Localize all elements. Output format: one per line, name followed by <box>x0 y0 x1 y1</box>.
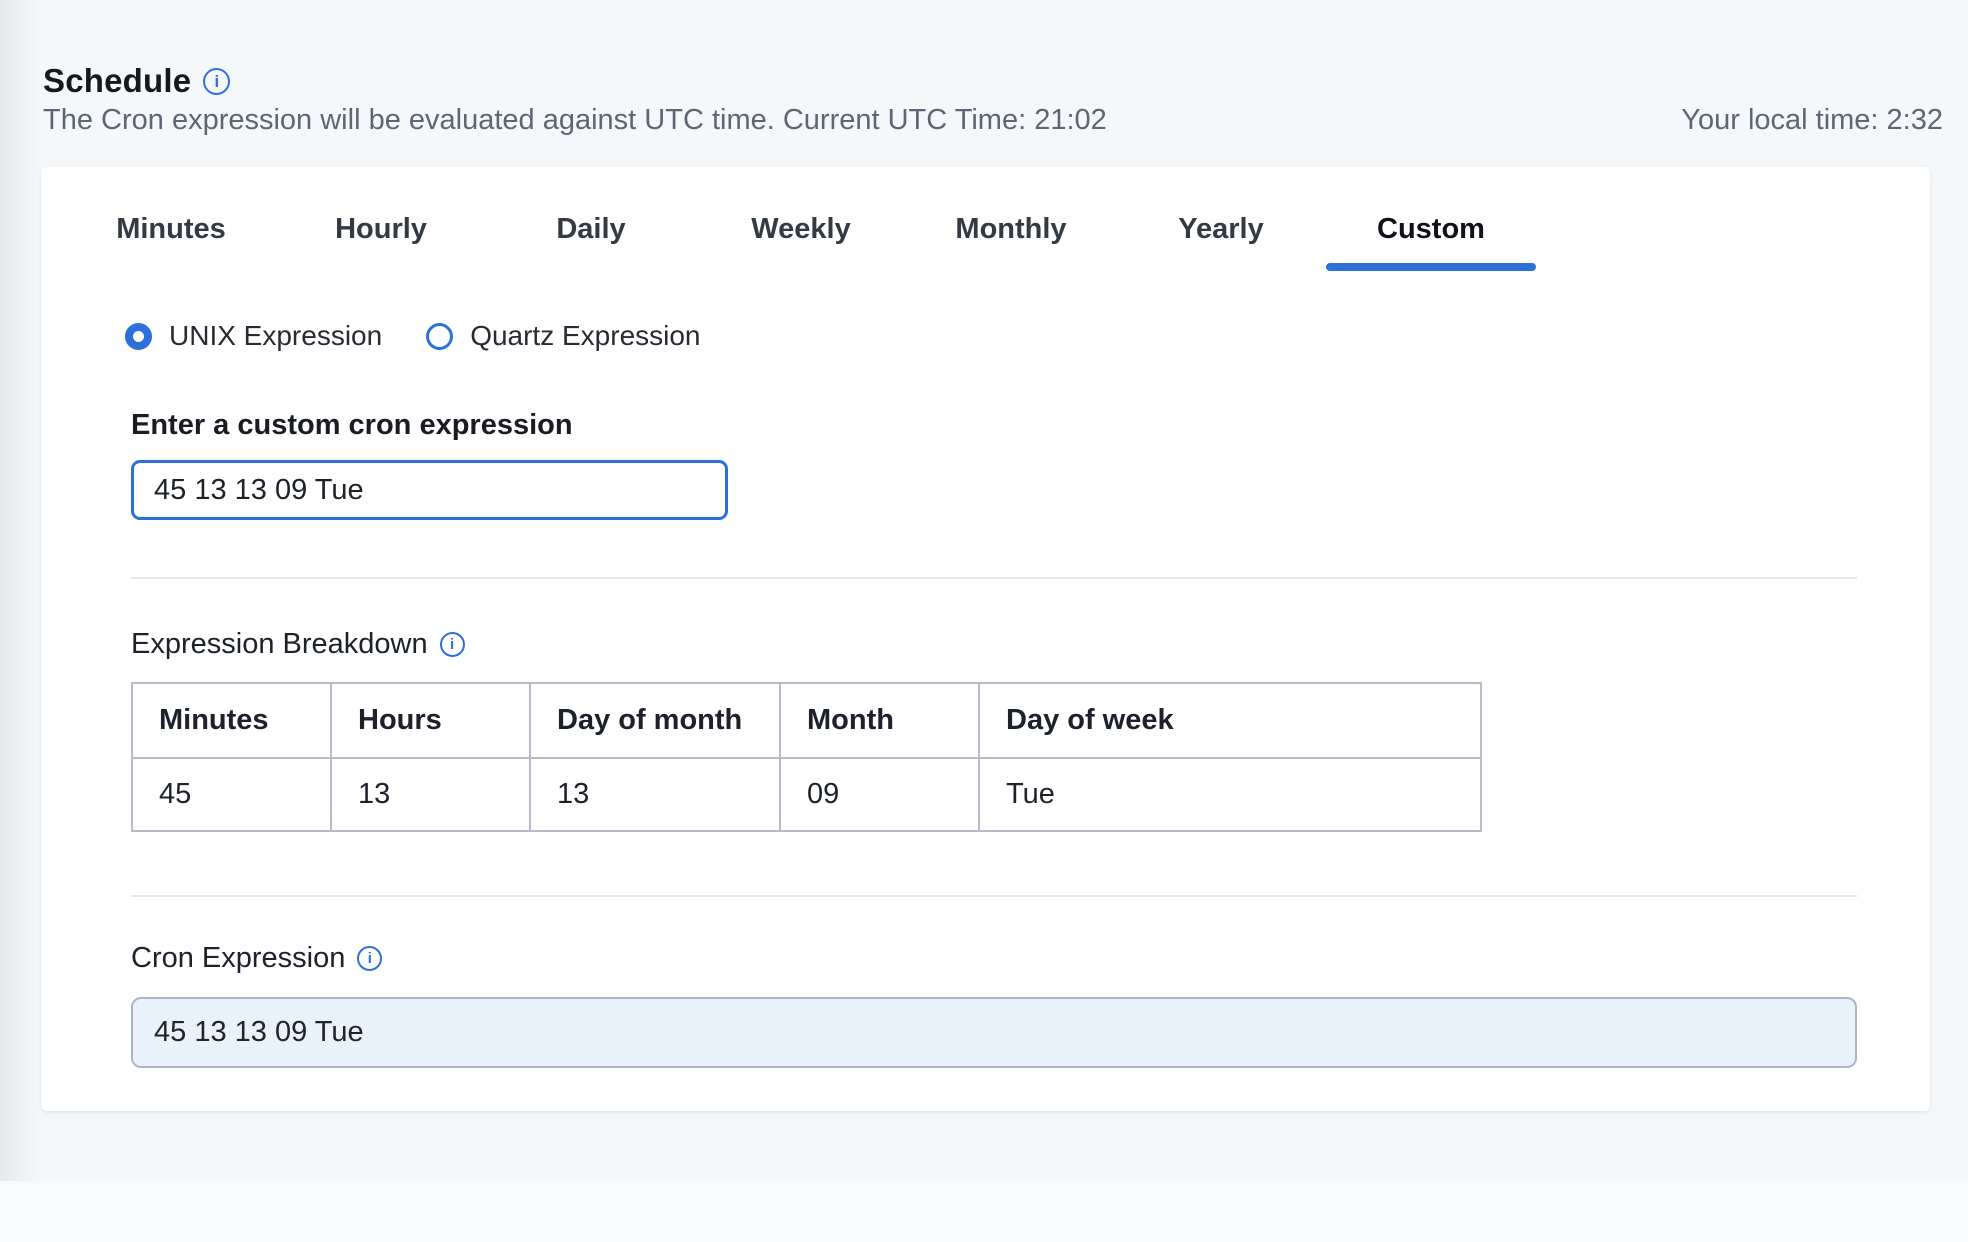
expression-breakdown-label: Expression Breakdown <box>131 628 428 661</box>
radio-unselected-icon[interactable] <box>426 323 453 350</box>
bottom-background-strip <box>0 1181 1968 1242</box>
divider <box>131 577 1857 579</box>
expression-breakdown-heading: Expression Breakdown i <box>131 628 465 661</box>
column-header-hours: Hours <box>331 683 530 758</box>
utc-time-note: The Cron expression will be evaluated ag… <box>43 104 1107 137</box>
table-row: 45 13 13 09 Tue <box>132 758 1481 831</box>
cron-expression-label: Cron Expression <box>131 942 345 975</box>
tab-minutes[interactable]: Minutes <box>66 195 276 271</box>
divider <box>131 895 1857 897</box>
schedule-tabs: Minutes Hourly Daily Weekly Monthly Year… <box>66 195 1536 271</box>
info-icon[interactable]: i <box>203 68 230 95</box>
column-header-day-of-month: Day of month <box>530 683 780 758</box>
info-icon[interactable]: i <box>440 632 465 657</box>
tab-daily[interactable]: Daily <box>486 195 696 271</box>
column-header-day-of-week: Day of week <box>979 683 1481 758</box>
cell-minutes: 45 <box>132 758 331 831</box>
tab-monthly[interactable]: Monthly <box>906 195 1116 271</box>
expression-type-radio-group: UNIX Expression Quartz Expression <box>125 320 701 352</box>
cell-day-of-week: Tue <box>979 758 1481 831</box>
cron-expression-readonly-field[interactable] <box>131 997 1857 1068</box>
cell-hours: 13 <box>331 758 530 831</box>
left-edge-shadow <box>0 0 40 1242</box>
page-title: Schedule <box>43 62 191 100</box>
radio-unix-expression[interactable]: UNIX Expression <box>125 320 382 352</box>
expression-breakdown-table: Minutes Hours Day of month Month Day of … <box>131 682 1482 832</box>
custom-cron-input-label: Enter a custom cron expression <box>131 409 573 442</box>
cell-month: 09 <box>780 758 979 831</box>
radio-selected-icon[interactable] <box>125 323 152 350</box>
column-header-month: Month <box>780 683 979 758</box>
radio-quartz-expression[interactable]: Quartz Expression <box>426 320 700 352</box>
info-icon[interactable]: i <box>357 946 382 971</box>
tab-yearly[interactable]: Yearly <box>1116 195 1326 271</box>
local-time-label: Your local time: 2:32 <box>1681 104 1943 137</box>
table-header-row: Minutes Hours Day of month Month Day of … <box>132 683 1481 758</box>
cron-expression-heading: Cron Expression i <box>131 942 382 975</box>
column-header-minutes: Minutes <box>132 683 331 758</box>
tab-weekly[interactable]: Weekly <box>696 195 906 271</box>
cell-day-of-month: 13 <box>530 758 780 831</box>
custom-cron-input[interactable] <box>131 460 728 520</box>
schedule-header: Schedule i The Cron expression will be e… <box>43 62 1943 100</box>
schedule-card: Minutes Hourly Daily Weekly Monthly Year… <box>41 167 1930 1111</box>
tab-custom[interactable]: Custom <box>1326 195 1536 271</box>
tab-hourly[interactable]: Hourly <box>276 195 486 271</box>
